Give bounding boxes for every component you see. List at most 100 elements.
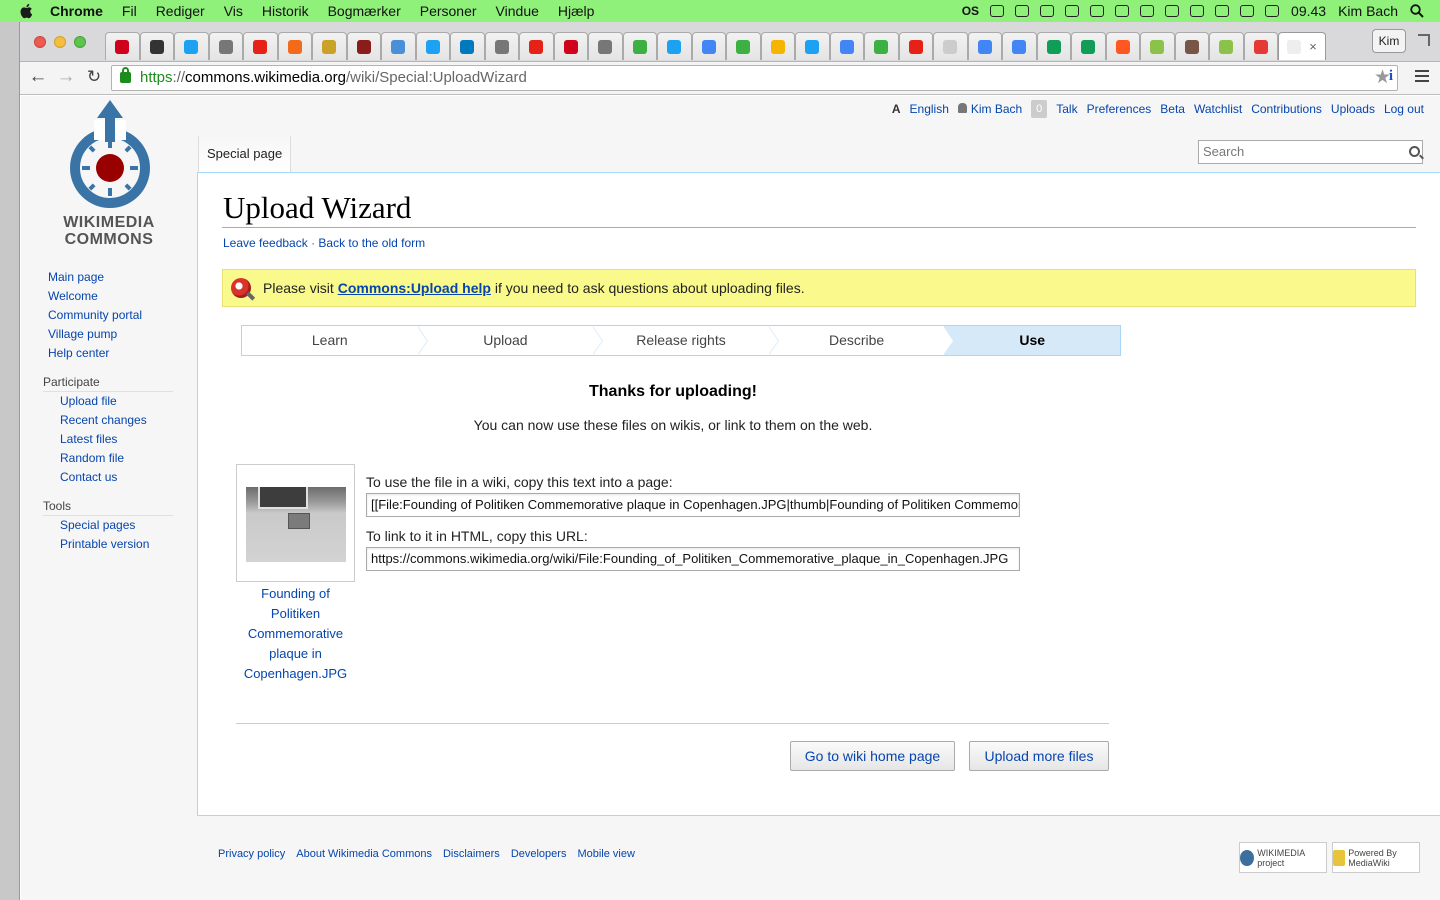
fullscreen-icon[interactable] [1418, 34, 1430, 46]
evernote-icon[interactable] [1015, 5, 1030, 17]
menubar-clock[interactable]: 09.43 [1291, 3, 1326, 19]
contributions-link[interactable]: Contributions [1251, 102, 1322, 116]
pinned-tab[interactable] [864, 32, 899, 60]
privacy-policy-link[interactable]: Privacy policy [218, 848, 285, 860]
pinned-tab[interactable] [588, 32, 623, 60]
pinned-tab[interactable] [1140, 32, 1175, 60]
html-url-field[interactable]: https://commons.wikimedia.org/wiki/File:… [366, 547, 1020, 571]
watchlist-link[interactable]: Watchlist [1194, 102, 1242, 116]
about-commons-link[interactable]: About Wikimedia Commons [296, 848, 432, 860]
pinned-tab[interactable] [691, 32, 726, 60]
sidebar-item-recent-changes[interactable]: Recent changes [60, 413, 147, 427]
phone-icon[interactable] [1065, 5, 1080, 17]
wifi-icon[interactable] [1190, 5, 1205, 17]
pinned-tab[interactable] [1071, 32, 1106, 60]
spotlight-icon[interactable] [1410, 4, 1424, 18]
file-title-link[interactable]: Founding of Politiken Commemorative plaq… [236, 584, 355, 684]
menu-bookmarks[interactable]: Bogmærker [328, 3, 401, 19]
pinned-tab[interactable] [277, 32, 312, 60]
pinned-tab[interactable] [174, 32, 209, 60]
sidebar-item-printable-version[interactable]: Printable version [60, 537, 149, 551]
menu-edit[interactable]: Rediger [156, 3, 205, 19]
search-input[interactable]: Search [1198, 140, 1423, 164]
close-window-button[interactable] [34, 36, 46, 48]
sidebar-item-special-pages[interactable]: Special pages [60, 518, 135, 532]
sidebar-item-latest-files[interactable]: Latest files [60, 432, 117, 446]
pinned-tab[interactable] [553, 32, 588, 60]
pinned-tab[interactable] [829, 32, 864, 60]
pinned-tab[interactable] [381, 32, 416, 60]
menubar-user[interactable]: Kim Bach [1338, 3, 1398, 19]
os-icon[interactable]: OS [962, 4, 979, 18]
pinned-tab[interactable] [312, 32, 347, 60]
pinned-tab[interactable] [519, 32, 554, 60]
uploads-link[interactable]: Uploads [1331, 102, 1375, 116]
info-extension-icon[interactable]: i [1384, 68, 1398, 88]
sidebar-item-community-portal[interactable]: Community portal [48, 308, 142, 322]
active-tab[interactable]: × [1278, 32, 1326, 60]
calendar-icon[interactable] [1265, 5, 1280, 17]
sidebar-item-help-center[interactable]: Help center [48, 346, 109, 360]
bluetooth-icon[interactable] [1165, 5, 1180, 17]
go-to-wiki-home-button[interactable]: Go to wiki home page [790, 741, 955, 771]
menu-history[interactable]: Historik [262, 3, 309, 19]
pinned-tab[interactable] [760, 32, 795, 60]
pinned-tab[interactable] [622, 32, 657, 60]
pinned-tab[interactable] [243, 32, 278, 60]
apple-icon[interactable] [18, 2, 36, 20]
preferences-link[interactable]: Preferences [1087, 102, 1152, 116]
minimize-window-button[interactable] [54, 36, 66, 48]
pinned-tab[interactable] [1105, 32, 1140, 60]
pinned-tab[interactable] [484, 32, 519, 60]
refresh-icon[interactable] [1090, 5, 1105, 17]
close-tab-icon[interactable]: × [1309, 39, 1317, 54]
developers-link[interactable]: Developers [511, 848, 567, 860]
file-thumbnail[interactable] [246, 487, 346, 562]
pinned-tab[interactable] [208, 32, 243, 60]
sidebar-item-random-file[interactable]: Random file [60, 451, 124, 465]
forward-button[interactable]: → [56, 67, 76, 88]
reload-button[interactable]: ↻ [84, 68, 104, 88]
profile-button[interactable]: Kim [1372, 29, 1406, 53]
logout-link[interactable]: Log out [1384, 102, 1424, 116]
sidebar-item-contact-us[interactable]: Contact us [60, 470, 117, 484]
menu-window[interactable]: Vindue [496, 3, 539, 19]
upload-more-files-button[interactable]: Upload more files [969, 741, 1109, 771]
wiki-text-field[interactable]: [[File:Founding of Politiken Commemorati… [366, 493, 1020, 517]
pinned-tab[interactable] [1243, 32, 1278, 60]
sidebar-item-main-page[interactable]: Main page [48, 270, 104, 284]
pinned-tab[interactable] [898, 32, 933, 60]
volume-icon[interactable] [1215, 5, 1230, 17]
sync-icon[interactable] [990, 5, 1005, 17]
pinned-tab[interactable] [1174, 32, 1209, 60]
sidebar-item-upload-file[interactable]: Upload file [60, 394, 117, 408]
pinned-tab[interactable] [795, 32, 830, 60]
menu-file[interactable]: Fil [122, 3, 137, 19]
talk-link[interactable]: Talk [1056, 102, 1077, 116]
pinned-tab[interactable] [105, 32, 140, 60]
leave-feedback-link[interactable]: Leave feedback [223, 236, 308, 250]
time-machine-icon[interactable] [1115, 5, 1130, 17]
menu-view[interactable]: Vis [224, 3, 243, 19]
pinned-tab[interactable] [1209, 32, 1244, 60]
pinned-tab[interactable] [415, 32, 450, 60]
lock-icon[interactable] [120, 67, 131, 83]
pinned-tab[interactable] [346, 32, 381, 60]
display-icon[interactable] [1140, 5, 1155, 17]
pinned-tab[interactable] [1002, 32, 1037, 60]
tab-special-page[interactable]: Special page [198, 136, 292, 172]
menu-help[interactable]: Hjælp [558, 3, 595, 19]
chrome-menu-icon[interactable] [1415, 70, 1429, 84]
user-page-link[interactable]: Kim Bach [971, 102, 1022, 116]
mobile-view-link[interactable]: Mobile view [577, 848, 634, 860]
search-icon[interactable] [1409, 146, 1420, 157]
old-form-link[interactable]: Back to the old form [318, 236, 425, 250]
disclaimers-link[interactable]: Disclaimers [443, 848, 500, 860]
pinned-tab[interactable] [726, 32, 761, 60]
battery-status-icon[interactable] [1040, 5, 1055, 17]
battery-icon[interactable] [1240, 5, 1255, 17]
file-thumbnail-frame[interactable] [236, 464, 355, 582]
sidebar-item-village-pump[interactable]: Village pump [48, 327, 117, 341]
language-link[interactable]: English [910, 102, 949, 116]
sidebar-item-welcome[interactable]: Welcome [48, 289, 98, 303]
